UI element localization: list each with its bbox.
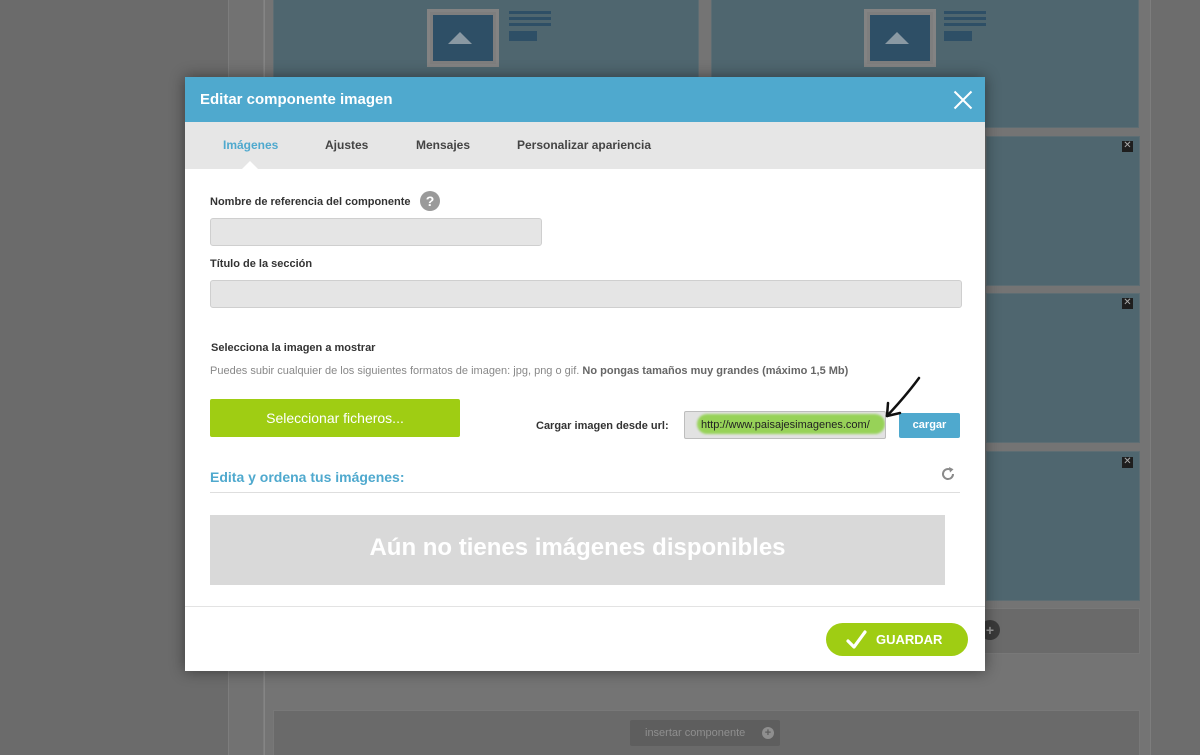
select-image-label: Selecciona la imagen a mostrar bbox=[211, 342, 376, 354]
insert-component-button[interactable]: insertar componente + bbox=[630, 720, 780, 746]
modal-title: Editar componente imagen bbox=[200, 91, 393, 108]
tab-mensajes[interactable]: Mensajes bbox=[416, 138, 470, 152]
divider bbox=[210, 492, 960, 493]
hand-drawn-arrow-icon bbox=[885, 376, 921, 418]
image-placeholder-icon bbox=[864, 9, 936, 67]
close-icon[interactable]: ✕ bbox=[1122, 298, 1133, 309]
background-right-panel bbox=[1150, 0, 1200, 755]
refresh-icon[interactable] bbox=[940, 466, 956, 482]
tab-bar: Imágenes Ajustes Mensajes Personalizar a… bbox=[185, 122, 985, 169]
url-input-value: http://www.paisajesimagenes.com/ bbox=[701, 419, 870, 431]
save-button[interactable]: GUARDAR bbox=[826, 623, 968, 656]
image-placeholder-icon bbox=[427, 9, 499, 67]
background-block bbox=[986, 136, 1140, 286]
url-label: Cargar imagen desde url: bbox=[536, 420, 669, 432]
empty-gallery-message: Aún no tienes imágenes disponibles bbox=[210, 515, 945, 585]
gallery-title: Edita y ordena tus imágenes: bbox=[210, 469, 405, 485]
section-title-label: Título de la sección bbox=[210, 258, 313, 270]
help-icon[interactable]: ? bbox=[420, 191, 440, 211]
close-icon[interactable]: ✕ bbox=[1122, 141, 1133, 152]
text-lines-icon bbox=[944, 11, 986, 44]
formats-hint: Puedes subir cualquier de los siguientes… bbox=[210, 365, 848, 377]
background-block bbox=[986, 293, 1140, 443]
formats-hint-text: Puedes subir cualquier de los siguientes… bbox=[210, 365, 580, 377]
modal-header: Editar componente imagen bbox=[185, 77, 985, 122]
url-input[interactable]: http://www.paisajesimagenes.com/ bbox=[684, 411, 886, 439]
tab-imagenes[interactable]: Imágenes bbox=[223, 138, 278, 152]
ref-name-label: Nombre de referencia del componente bbox=[210, 196, 411, 208]
modal-footer: GUARDAR bbox=[185, 606, 985, 671]
tab-personalizar-apariencia[interactable]: Personalizar apariencia bbox=[517, 138, 651, 152]
formats-hint-bold: No pongas tamaños muy grandes (máximo 1,… bbox=[582, 365, 849, 377]
insert-component-label: insertar componente bbox=[645, 727, 746, 739]
check-icon bbox=[846, 630, 867, 649]
ref-name-input[interactable] bbox=[210, 218, 542, 246]
section-title-input[interactable] bbox=[210, 280, 962, 308]
save-button-label: GUARDAR bbox=[876, 632, 943, 647]
plus-icon: + bbox=[762, 727, 774, 739]
tab-ajustes[interactable]: Ajustes bbox=[325, 138, 368, 152]
close-icon[interactable] bbox=[953, 90, 973, 110]
close-icon[interactable]: ✕ bbox=[1122, 457, 1133, 468]
active-tab-indicator bbox=[242, 161, 258, 169]
text-lines-icon bbox=[509, 11, 551, 44]
background-block bbox=[986, 451, 1140, 601]
select-files-button[interactable]: Seleccionar ficheros... bbox=[210, 399, 460, 437]
edit-image-component-modal: Editar componente imagen Imágenes Ajuste… bbox=[185, 77, 985, 671]
